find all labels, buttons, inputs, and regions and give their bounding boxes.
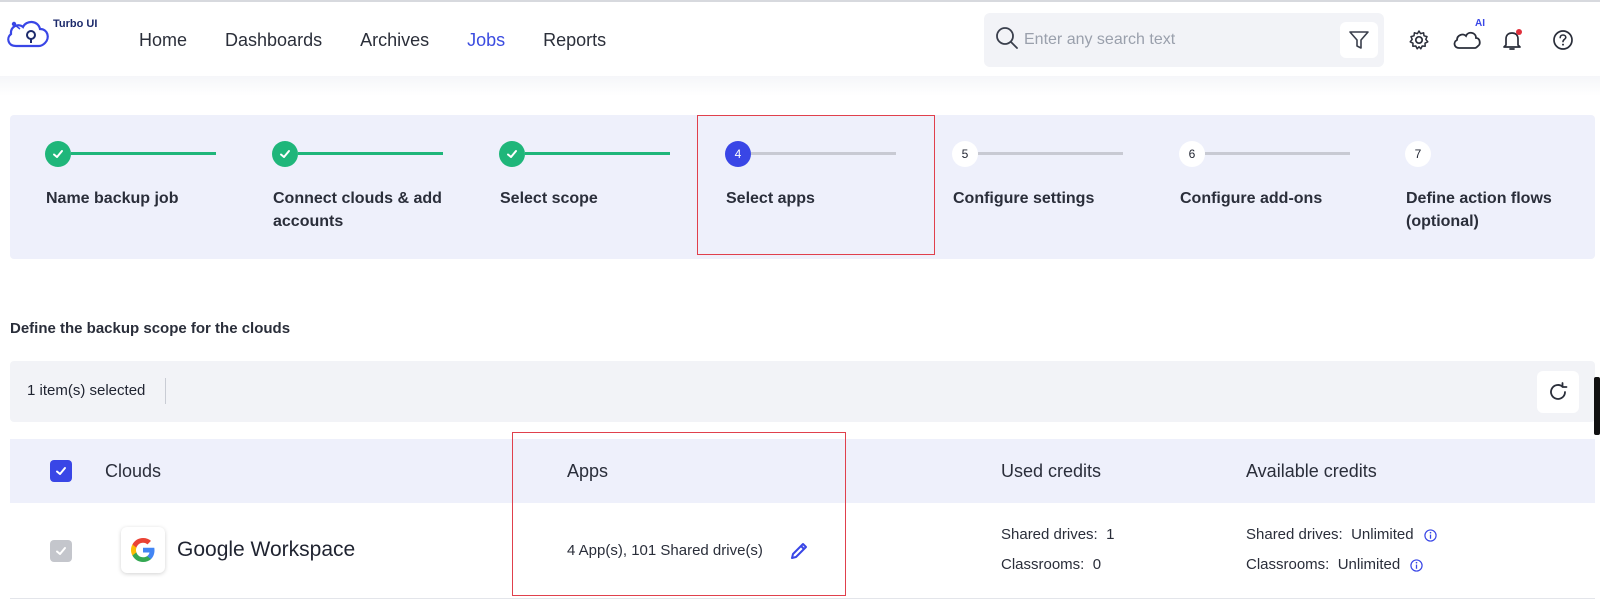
credit-value: Unlimited (1337, 556, 1401, 573)
column-header-available-credits[interactable]: Available credits (1246, 461, 1377, 482)
scrollbar-thumb[interactable] (1594, 377, 1600, 435)
selection-count: 1 item(s) selected (27, 382, 146, 399)
nav-reports[interactable]: Reports (543, 30, 606, 51)
nav-archives[interactable]: Archives (360, 30, 429, 51)
ai-cloud-icon (1453, 31, 1481, 49)
gear-icon (1409, 30, 1429, 50)
step-connector (298, 152, 443, 155)
step-connector (71, 152, 216, 155)
search-bar (984, 13, 1384, 67)
credit-value: 0 (1092, 556, 1102, 573)
step-complete-icon (45, 141, 71, 167)
step-label: Select scope (500, 190, 598, 207)
info-icon[interactable] (1410, 558, 1424, 572)
nav-dashboards[interactable]: Dashboards (225, 30, 322, 51)
bell-icon (1503, 29, 1522, 50)
step-select-scope[interactable]: Select scope (464, 115, 690, 259)
logo-text: Turbo UI (53, 18, 98, 30)
step-label: Define action flows (optional) (1406, 190, 1552, 230)
column-header-used-credits[interactable]: Used credits (1001, 461, 1101, 482)
step-connector (1205, 152, 1350, 155)
nav-home[interactable]: Home (139, 30, 187, 51)
ai-cloud-button[interactable]: AI (1450, 18, 1485, 54)
filter-button[interactable] (1340, 22, 1378, 58)
toolbar-divider (165, 378, 166, 404)
available-shared-drives: Shared drives: Unlimited (1246, 526, 1437, 543)
step-connect-clouds[interactable]: Connect clouds & add accounts (237, 115, 463, 259)
refresh-button[interactable] (1537, 371, 1579, 413)
info-icon[interactable] (1424, 528, 1437, 542)
section-title: Define the backup scope for the clouds (10, 320, 291, 337)
available-classrooms: Classrooms: Unlimited (1246, 556, 1424, 573)
step-name-backup-job[interactable]: Name backup job (10, 115, 236, 259)
filter-icon (1349, 31, 1369, 49)
credit-label: Classrooms: (1001, 556, 1085, 573)
header-shadow (0, 76, 1600, 96)
settings-button[interactable] (1405, 26, 1433, 54)
step-configure-addons[interactable]: 6 Configure add-ons (1144, 115, 1370, 259)
credit-label: Classrooms: (1246, 556, 1330, 573)
step-label: Connect clouds & add accounts (273, 190, 442, 230)
cloud-logo-icon (7, 20, 49, 48)
current-step-highlight (697, 115, 935, 255)
cloud-name: Google Workspace (177, 538, 356, 561)
help-icon (1553, 30, 1573, 50)
google-logo-icon (121, 527, 165, 573)
step-label: Configure add-ons (1180, 190, 1323, 207)
credit-label: Shared drives: (1246, 526, 1343, 543)
ai-badge: AI (1475, 18, 1485, 29)
app-header: Turbo UI Home Dashboards Archives Jobs R… (0, 2, 1600, 76)
step-number: 7 (1405, 141, 1431, 167)
step-complete-icon (272, 141, 298, 167)
step-define-action-flows[interactable]: 7 Define action flows (optional) (1370, 115, 1596, 259)
step-complete-icon (499, 141, 525, 167)
step-connector (978, 152, 1123, 155)
credit-value: 1 (1106, 526, 1115, 543)
step-label: Configure settings (953, 190, 1095, 207)
credit-label: Shared drives: (1001, 526, 1098, 543)
used-shared-drives: Shared drives: 1 (1001, 526, 1114, 543)
apps-column-highlight (512, 432, 846, 596)
step-number: 6 (1179, 141, 1205, 167)
select-all-checkbox[interactable] (50, 460, 72, 482)
step-number: 5 (952, 141, 978, 167)
notifications-button[interactable] (1498, 26, 1526, 54)
column-header-clouds[interactable]: Clouds (105, 461, 161, 482)
help-button[interactable] (1549, 26, 1577, 54)
checkmark-icon (56, 547, 66, 555)
step-configure-settings[interactable]: 5 Configure settings (917, 115, 1143, 259)
row-checkbox[interactable] (50, 540, 72, 562)
used-classrooms: Classrooms: 0 (1001, 556, 1101, 573)
nav-jobs[interactable]: Jobs (467, 30, 505, 51)
main-nav: Home Dashboards Archives Jobs Reports (139, 30, 644, 51)
step-connector (525, 152, 670, 155)
credit-value: Unlimited (1351, 526, 1414, 543)
search-input[interactable] (1024, 27, 1324, 53)
step-label: Name backup job (46, 190, 179, 207)
checkmark-icon (56, 467, 66, 475)
search-icon (996, 27, 1018, 49)
refresh-icon (1550, 382, 1568, 400)
selection-toolbar: 1 item(s) selected (10, 361, 1595, 422)
